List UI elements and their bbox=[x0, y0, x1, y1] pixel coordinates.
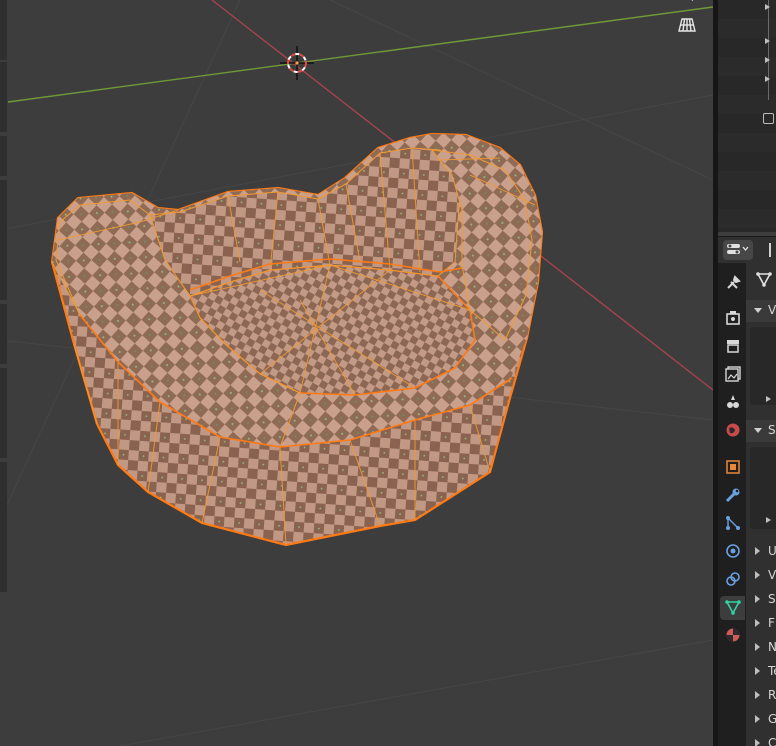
expand-arrow-icon[interactable] bbox=[765, 76, 770, 82]
panel-label: R bbox=[768, 688, 776, 702]
3d-viewport[interactable] bbox=[0, 0, 713, 746]
panel-custom-properties[interactable]: C bbox=[746, 731, 776, 746]
output-icon bbox=[725, 338, 741, 357]
viewport-canvas[interactable] bbox=[0, 0, 713, 746]
tab-tool[interactable] bbox=[720, 272, 745, 296]
tab-constraints[interactable] bbox=[720, 568, 745, 592]
object-icon bbox=[725, 459, 741, 478]
panel-face-maps[interactable]: F bbox=[746, 611, 776, 635]
toolbar-edge bbox=[0, 0, 8, 746]
pin-icon[interactable] bbox=[769, 243, 776, 257]
section-label: S bbox=[768, 423, 776, 437]
material-icon bbox=[725, 627, 741, 646]
outliner-panel[interactable] bbox=[718, 0, 776, 232]
constraints-icon bbox=[725, 571, 741, 590]
panel-shading[interactable]: S bbox=[746, 587, 776, 611]
properties-tab-bar bbox=[718, 263, 746, 746]
panel-label: Te bbox=[768, 664, 776, 678]
panel-label: U bbox=[768, 544, 776, 558]
perspective-toggle-button[interactable] bbox=[678, 17, 706, 45]
data-type-icon bbox=[756, 271, 772, 290]
tab-render[interactable] bbox=[720, 307, 745, 331]
selected-mesh-object[interactable] bbox=[50, 132, 544, 547]
tab-modifiers[interactable] bbox=[720, 484, 745, 508]
properties-content[interactable]: V S U V S F N Te R G C bbox=[746, 263, 776, 746]
panel-label: V bbox=[768, 568, 776, 582]
panel-label: C bbox=[768, 736, 776, 746]
editor-type-icon bbox=[726, 242, 750, 259]
y-axis-line bbox=[7, 6, 713, 103]
wrench-icon bbox=[725, 487, 741, 506]
tool-icon bbox=[725, 274, 741, 294]
panel-texture-space[interactable]: Te bbox=[746, 659, 776, 683]
panel-remesh[interactable]: R bbox=[746, 683, 776, 707]
world-icon bbox=[725, 422, 741, 441]
editor-type-dropdown[interactable] bbox=[723, 240, 753, 260]
panel-label: S bbox=[768, 592, 776, 606]
list-expand-icon[interactable] bbox=[766, 396, 771, 402]
expand-arrow-icon[interactable] bbox=[765, 4, 770, 10]
shape-keys-list[interactable] bbox=[750, 447, 776, 529]
particles-icon bbox=[725, 515, 741, 534]
collapse-arrow-icon bbox=[754, 428, 762, 433]
expand-arrow-icon[interactable] bbox=[765, 57, 770, 63]
tab-output[interactable] bbox=[720, 335, 745, 359]
tab-physics[interactable] bbox=[720, 540, 745, 564]
tab-material[interactable] bbox=[720, 624, 745, 648]
tab-view-layer[interactable] bbox=[720, 363, 745, 387]
panel-geometry-data[interactable]: G bbox=[746, 707, 776, 731]
view-layer-icon bbox=[724, 365, 741, 385]
section-label: V bbox=[768, 303, 776, 317]
panel-label: G bbox=[768, 712, 776, 726]
expand-arrow-icon[interactable] bbox=[765, 38, 770, 44]
panel-vertex-colors[interactable]: V bbox=[746, 563, 776, 587]
tab-particles[interactable] bbox=[720, 512, 745, 536]
panel-normals[interactable]: N bbox=[746, 635, 776, 659]
panel-label: F bbox=[768, 616, 775, 630]
render-icon bbox=[725, 310, 741, 329]
panel-label: N bbox=[768, 640, 776, 654]
section-vertex-groups[interactable]: V bbox=[746, 300, 776, 322]
tab-object[interactable] bbox=[720, 456, 745, 480]
tab-world[interactable] bbox=[720, 419, 745, 443]
tab-scene[interactable] bbox=[720, 391, 745, 415]
physics-icon bbox=[725, 543, 741, 562]
collapse-arrow-icon bbox=[754, 308, 762, 313]
tab-data[interactable] bbox=[720, 596, 745, 620]
outliner-checkbox[interactable] bbox=[763, 113, 774, 124]
list-expand-icon[interactable] bbox=[766, 517, 771, 523]
outliner-tree-line bbox=[768, 0, 769, 100]
properties-header bbox=[718, 236, 776, 263]
panel-uv-maps[interactable]: U bbox=[746, 539, 776, 563]
vertex-groups-list[interactable] bbox=[750, 327, 776, 405]
section-shape-keys[interactable]: S bbox=[746, 420, 776, 442]
scene-icon bbox=[725, 394, 741, 413]
mesh-data-icon bbox=[724, 599, 741, 618]
